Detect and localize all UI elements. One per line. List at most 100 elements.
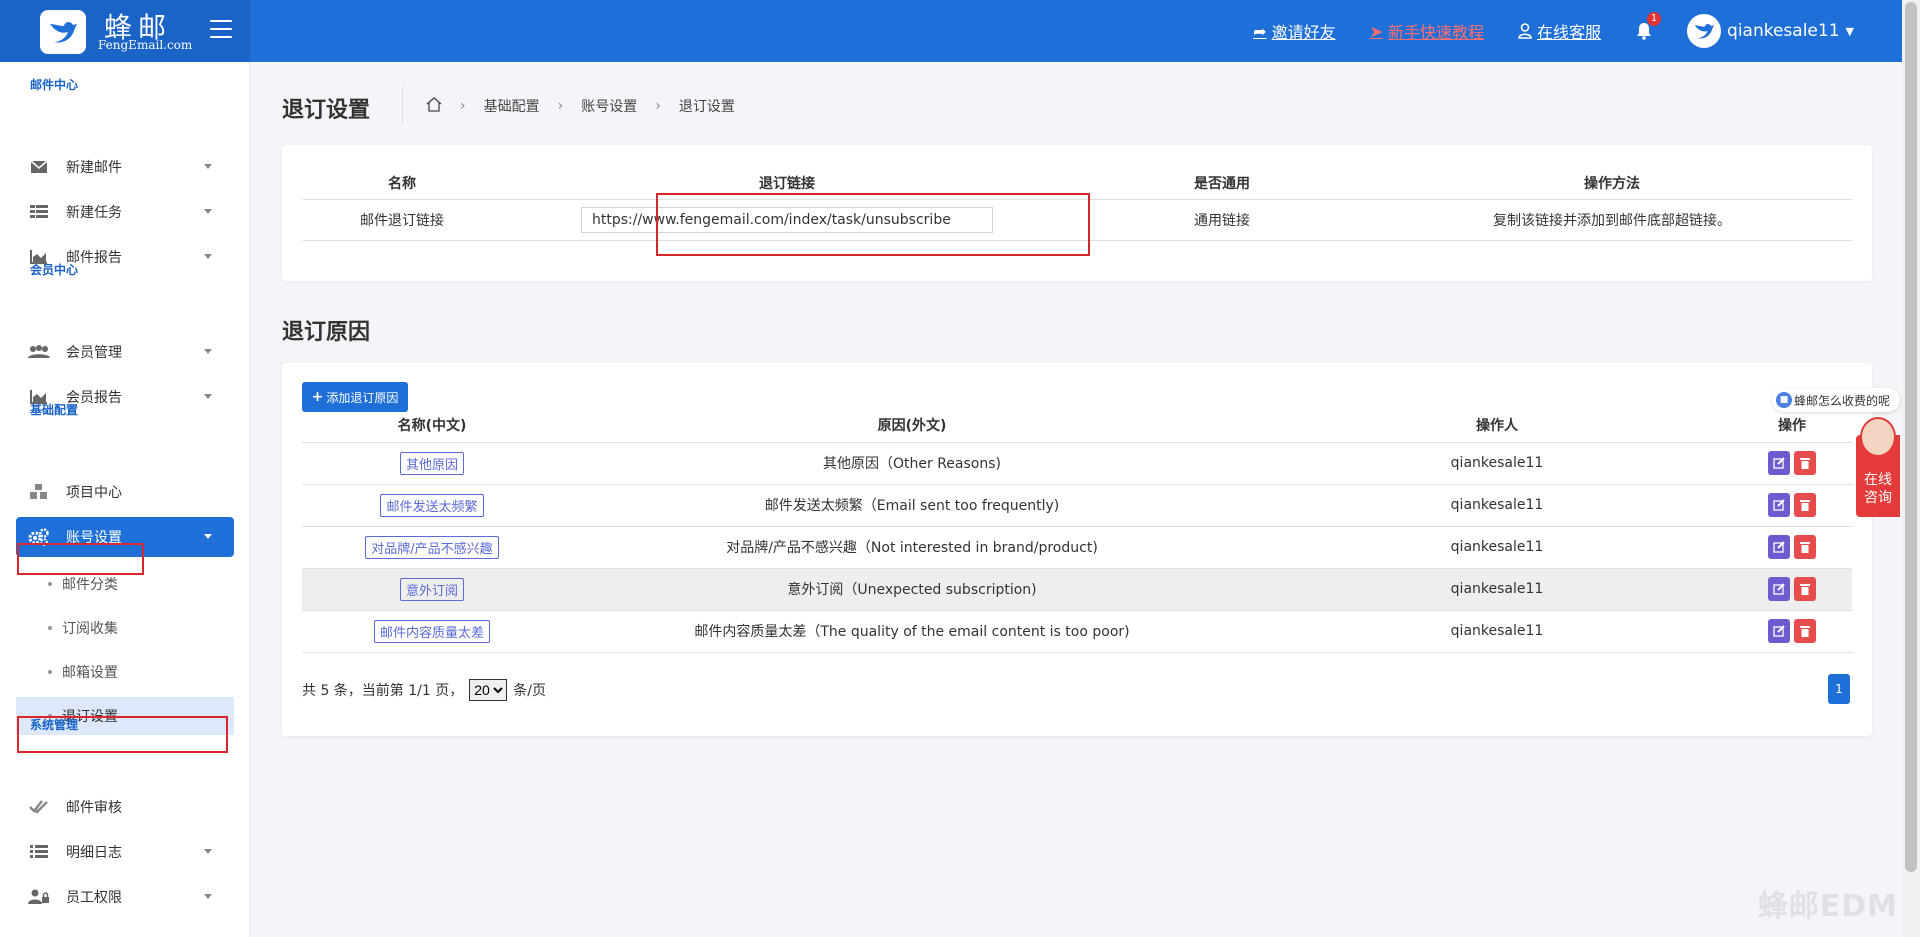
double-check-icon xyxy=(28,798,50,816)
online-service-link[interactable]: 在线客服 xyxy=(1518,19,1601,43)
online-consult-button[interactable]: 在线咨询 xyxy=(1856,417,1900,517)
caret-icon xyxy=(204,894,212,899)
edit-button[interactable] xyxy=(1768,619,1790,643)
reason-foreign: 对品牌/产品不感兴趣（Not interested in brand/produ… xyxy=(562,526,1262,569)
reason-name-tag[interactable]: 其他原因 xyxy=(399,451,464,475)
caret-icon xyxy=(204,534,212,539)
add-reason-label: 添加退订原因 xyxy=(326,390,399,405)
caret-icon xyxy=(204,254,212,259)
breadcrumb-item[interactable]: 账号设置 xyxy=(581,96,637,116)
title-divider xyxy=(402,86,403,124)
logo[interactable] xyxy=(40,10,86,54)
user-lock-icon xyxy=(28,888,50,906)
pager-suffix: 条/页 xyxy=(513,683,546,699)
trash-icon xyxy=(1800,458,1810,469)
sidebar-item-label: 员工权限 xyxy=(66,890,122,906)
reason-name-tag[interactable]: 邮件发送太频繁 xyxy=(380,493,484,517)
section-member-center: 会员中心 xyxy=(30,263,79,277)
edit-button[interactable] xyxy=(1768,535,1790,559)
edit-button[interactable] xyxy=(1768,577,1790,601)
page-number-button[interactable]: 1 xyxy=(1828,674,1850,704)
invite-friends-link[interactable]: ➦ 邀请好友 xyxy=(1253,19,1335,43)
notification-bell[interactable]: 1 xyxy=(1635,12,1662,40)
reasons-table: 名称(中文) 原因(外文) 操作人 操作 其他原因 其他原因（Other Rea… xyxy=(302,409,1852,653)
reason-name-cell: 其他原因 xyxy=(302,442,562,485)
reason-operator: qiankesale11 xyxy=(1262,442,1732,485)
avatar xyxy=(1687,14,1722,48)
chat-bubble[interactable]: ■ 蜂邮怎么收费的呢 xyxy=(1772,388,1900,412)
delete-button[interactable] xyxy=(1794,451,1816,475)
pager: 共 5 条，当前第 1/1 页， 20 条/页 xyxy=(302,679,546,701)
sidebar-item-detail-log[interactable]: 明细日志 xyxy=(16,832,234,872)
menu-toggle-icon[interactable] xyxy=(210,20,232,38)
reason-actions xyxy=(1732,526,1852,569)
column-header: 操作 xyxy=(1732,409,1852,443)
trash-icon xyxy=(1800,584,1810,595)
invite-friends-label: 邀请好友 xyxy=(1271,23,1336,42)
column-header: 名称 xyxy=(302,167,502,200)
section-mail-center: 邮件中心 xyxy=(30,78,79,92)
breadcrumb-item[interactable]: 基础配置 xyxy=(484,96,540,116)
consult-label: 在线咨询 xyxy=(1864,472,1892,506)
sidebar-item-new-task[interactable]: 新建任务 xyxy=(16,192,234,232)
sidebar-item-label: 新建任务 xyxy=(66,205,122,221)
chevron-right-icon: › xyxy=(557,98,564,114)
reason-name-tag[interactable]: 对品牌/产品不感兴趣 xyxy=(365,535,499,559)
sidebar-item-staff-permissions[interactable]: 员工权限 xyxy=(16,877,234,917)
delete-button[interactable] xyxy=(1794,619,1816,643)
add-reason-button[interactable]: + 添加退订原因 xyxy=(302,382,408,412)
tutorial-label: 新手快速教程 xyxy=(1388,23,1485,42)
top-header: 蜂邮 FengEmail.com ➦ 邀请好友 ➤ 新手快速教程 在线客服 1 … xyxy=(0,0,1902,62)
user-menu[interactable]: qiankesale11 ▼ xyxy=(1687,14,1854,48)
delete-button[interactable] xyxy=(1794,535,1816,559)
section-system-manage: 系统管理 xyxy=(30,718,79,732)
scrollbar-thumb[interactable] xyxy=(1905,2,1917,872)
scrollbar[interactable] xyxy=(1902,0,1920,937)
tutorial-link[interactable]: ➤ 新手快速教程 xyxy=(1370,19,1484,43)
sidebar-item-label: 明细日志 xyxy=(66,845,122,861)
reason-actions xyxy=(1732,568,1852,611)
sidebar-item-email-review[interactable]: 邮件审核 xyxy=(16,787,234,827)
column-header: 操作方法 xyxy=(1372,167,1852,200)
caret-icon xyxy=(204,849,212,854)
link-name: 邮件退订链接 xyxy=(302,199,502,241)
list-grid-icon xyxy=(28,203,50,221)
sidebar-sub-item-mailbox-settings[interactable]: 邮箱设置 xyxy=(16,653,234,691)
link-general: 通用链接 xyxy=(1072,199,1372,241)
edit-icon xyxy=(1773,583,1785,595)
reason-operator: qiankesale11 xyxy=(1262,568,1732,611)
username: qiankesale11 xyxy=(1727,21,1840,41)
sidebar-item-new-email[interactable]: 新建邮件 xyxy=(16,147,234,187)
reason-foreign: 意外订阅（Unexpected subscription) xyxy=(562,568,1262,611)
reason-foreign: 邮件内容质量太差（The quality of the email conten… xyxy=(562,610,1262,653)
brand-subtitle: FengEmail.com xyxy=(98,38,193,52)
trash-icon xyxy=(1800,626,1810,637)
edit-icon xyxy=(1773,625,1785,637)
edit-button[interactable] xyxy=(1768,493,1790,517)
list-icon xyxy=(28,843,50,861)
caret-icon xyxy=(204,349,212,354)
delete-button[interactable] xyxy=(1794,493,1816,517)
table-row: 对品牌/产品不感兴趣 对品牌/产品不感兴趣（Not interested in … xyxy=(302,526,1852,569)
plus-icon: + xyxy=(311,389,324,405)
edit-icon xyxy=(1773,499,1785,511)
notification-badge: 1 xyxy=(1647,12,1662,26)
unsubscribe-link-card: 名称 退订链接 是否通用 操作方法 邮件退订链接 通用链接 复制该链接并添加到邮… xyxy=(282,145,1872,281)
sidebar-item-member-manage[interactable]: 会员管理 xyxy=(16,332,234,372)
page-size-select[interactable]: 20 xyxy=(469,679,508,701)
sidebar-sub-item-subscribe-collect[interactable]: 订阅收集 xyxy=(16,609,234,647)
home-icon[interactable] xyxy=(426,96,442,116)
sidebar-item-project-center[interactable]: 项目中心 xyxy=(16,472,234,512)
edit-icon xyxy=(1773,541,1785,553)
online-service-label: 在线客服 xyxy=(1537,23,1602,42)
edit-button[interactable] xyxy=(1768,451,1790,475)
reason-name-tag[interactable]: 意外订阅 xyxy=(399,577,464,601)
table-row: 其他原因 其他原因（Other Reasons) qiankesale11 xyxy=(302,442,1852,485)
sidebar-sub-item-mail-category[interactable]: 邮件分类 xyxy=(16,565,234,603)
delete-button[interactable] xyxy=(1794,577,1816,601)
user-icon xyxy=(1518,23,1532,39)
boxes-icon xyxy=(28,483,50,501)
reason-name-tag[interactable]: 邮件内容质量太差 xyxy=(373,619,490,643)
chevron-right-icon: › xyxy=(460,98,466,114)
table-row: 意外订阅 意外订阅（Unexpected subscription) qiank… xyxy=(302,568,1852,611)
